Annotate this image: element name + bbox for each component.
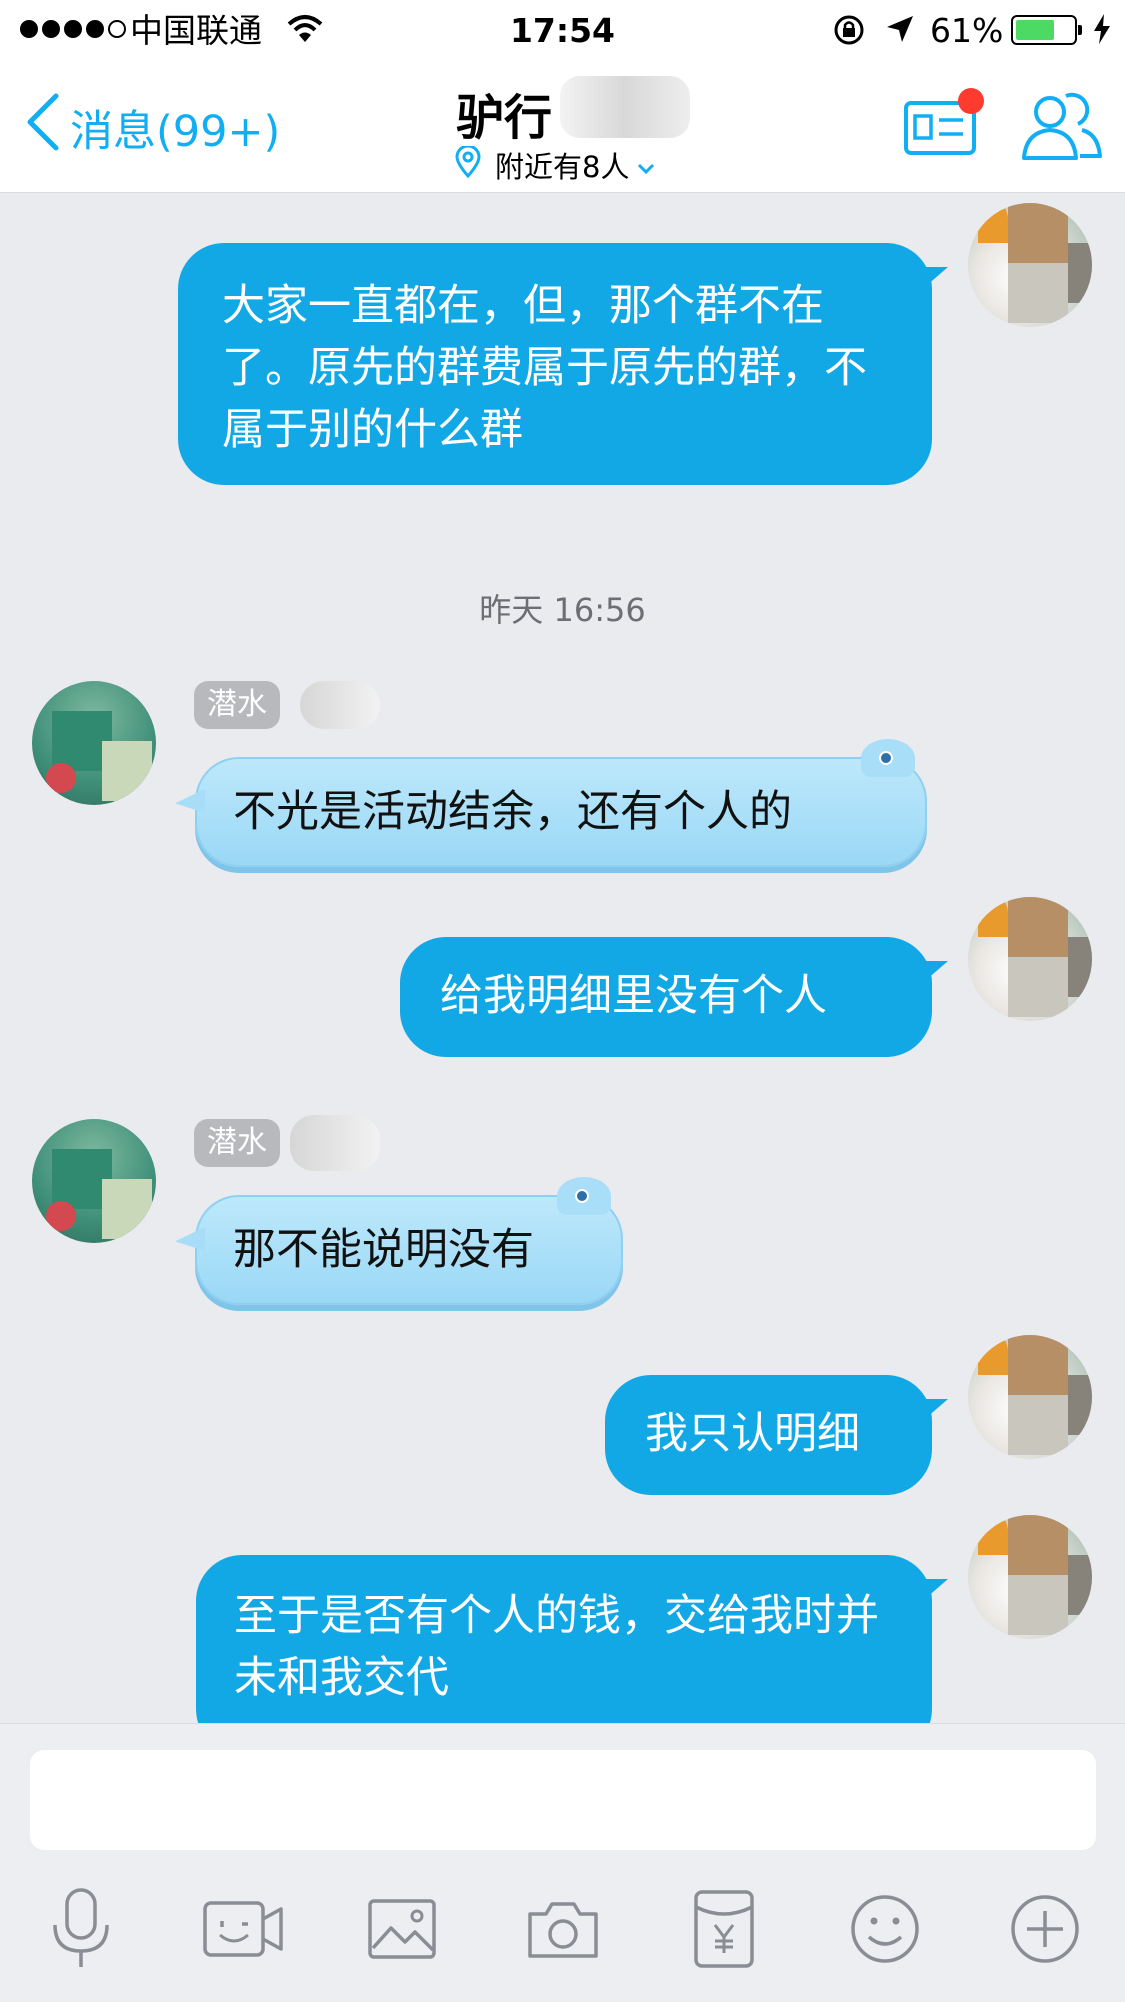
nearby-indicator[interactable]: 附近有8人 (455, 144, 655, 186)
plus-icon[interactable] (1000, 1884, 1090, 1974)
nearby-count: 附近有8人 (495, 150, 630, 184)
sender-name-redaction (300, 681, 380, 729)
timestamp: 昨天 16:56 (479, 591, 646, 629)
incoming-message[interactable]: 那不能说明没有 (195, 1177, 623, 1305)
back-button[interactable]: 消息(99+) (24, 92, 280, 163)
message-text: 给我明细里没有个人 (440, 971, 827, 1021)
message-input[interactable] (30, 1750, 1096, 1850)
rotation-lock-icon (833, 14, 865, 50)
group-title[interactable]: 驴行 (456, 78, 552, 148)
title-redaction (560, 76, 690, 138)
camera-icon[interactable] (518, 1884, 608, 1974)
location-pin-icon (455, 144, 481, 185)
battery-percent: 61% (930, 11, 1004, 50)
outgoing-message[interactable]: 给我明细里没有个人 (400, 937, 932, 1057)
video-icon[interactable] (198, 1884, 288, 1974)
chevron-down-icon (637, 148, 655, 182)
my-avatar[interactable] (968, 1515, 1092, 1639)
my-avatar[interactable] (968, 203, 1092, 327)
status-bar: 中国联通 17:54 61% (0, 0, 1125, 62)
sender-avatar[interactable] (32, 681, 156, 805)
chat-message-list[interactable]: 大家一直都在，但，那个群不在了。原先的群费属于原先的群，不属于别的什么群 昨天 … (0, 193, 1125, 1723)
image-icon[interactable] (357, 1884, 447, 1974)
location-arrow-icon (885, 14, 915, 48)
back-label: 消息(99+) (70, 106, 281, 157)
sender-avatar[interactable] (32, 1119, 156, 1243)
battery-icon (1011, 15, 1082, 45)
sender-name-redaction (290, 1115, 380, 1171)
my-avatar[interactable] (968, 897, 1092, 1021)
my-avatar[interactable] (968, 1335, 1092, 1459)
chevron-left-icon (24, 92, 60, 163)
outgoing-message[interactable]: 我只认明细 (605, 1375, 932, 1495)
message-text: 那不能说明没有 (233, 1225, 534, 1275)
charging-icon (1093, 14, 1111, 48)
emoji-icon[interactable] (840, 1884, 930, 1974)
microphone-icon[interactable] (36, 1884, 126, 1974)
outgoing-message[interactable]: 至于是否有个人的钱，交给我时并未和我交代 (196, 1555, 932, 1723)
message-text: 至于是否有个人的钱，交给我时并未和我交代 (234, 1591, 879, 1703)
group-members-icon[interactable] (1020, 84, 1104, 172)
input-bar (0, 1723, 1125, 2002)
message-text: 大家一直都在，但，那个群不在了。原先的群费属于原先的群，不属于别的什么群 (222, 281, 867, 455)
incoming-message[interactable]: 不光是活动结余，还有个人的 (195, 739, 927, 867)
member-rank-badge: 潜水 (194, 1119, 280, 1167)
message-text: 我只认明细 (645, 1409, 860, 1459)
member-rank-badge: 潜水 (194, 681, 280, 729)
navigation-bar: 消息(99+) 驴行 附近有8人 (0, 62, 1125, 193)
red-packet-icon[interactable] (679, 1884, 769, 1974)
message-text: 不光是活动结余，还有个人的 (233, 787, 792, 837)
notification-badge (958, 88, 984, 114)
outgoing-message[interactable]: 大家一直都在，但，那个群不在了。原先的群费属于原先的群，不属于别的什么群 (178, 243, 932, 485)
